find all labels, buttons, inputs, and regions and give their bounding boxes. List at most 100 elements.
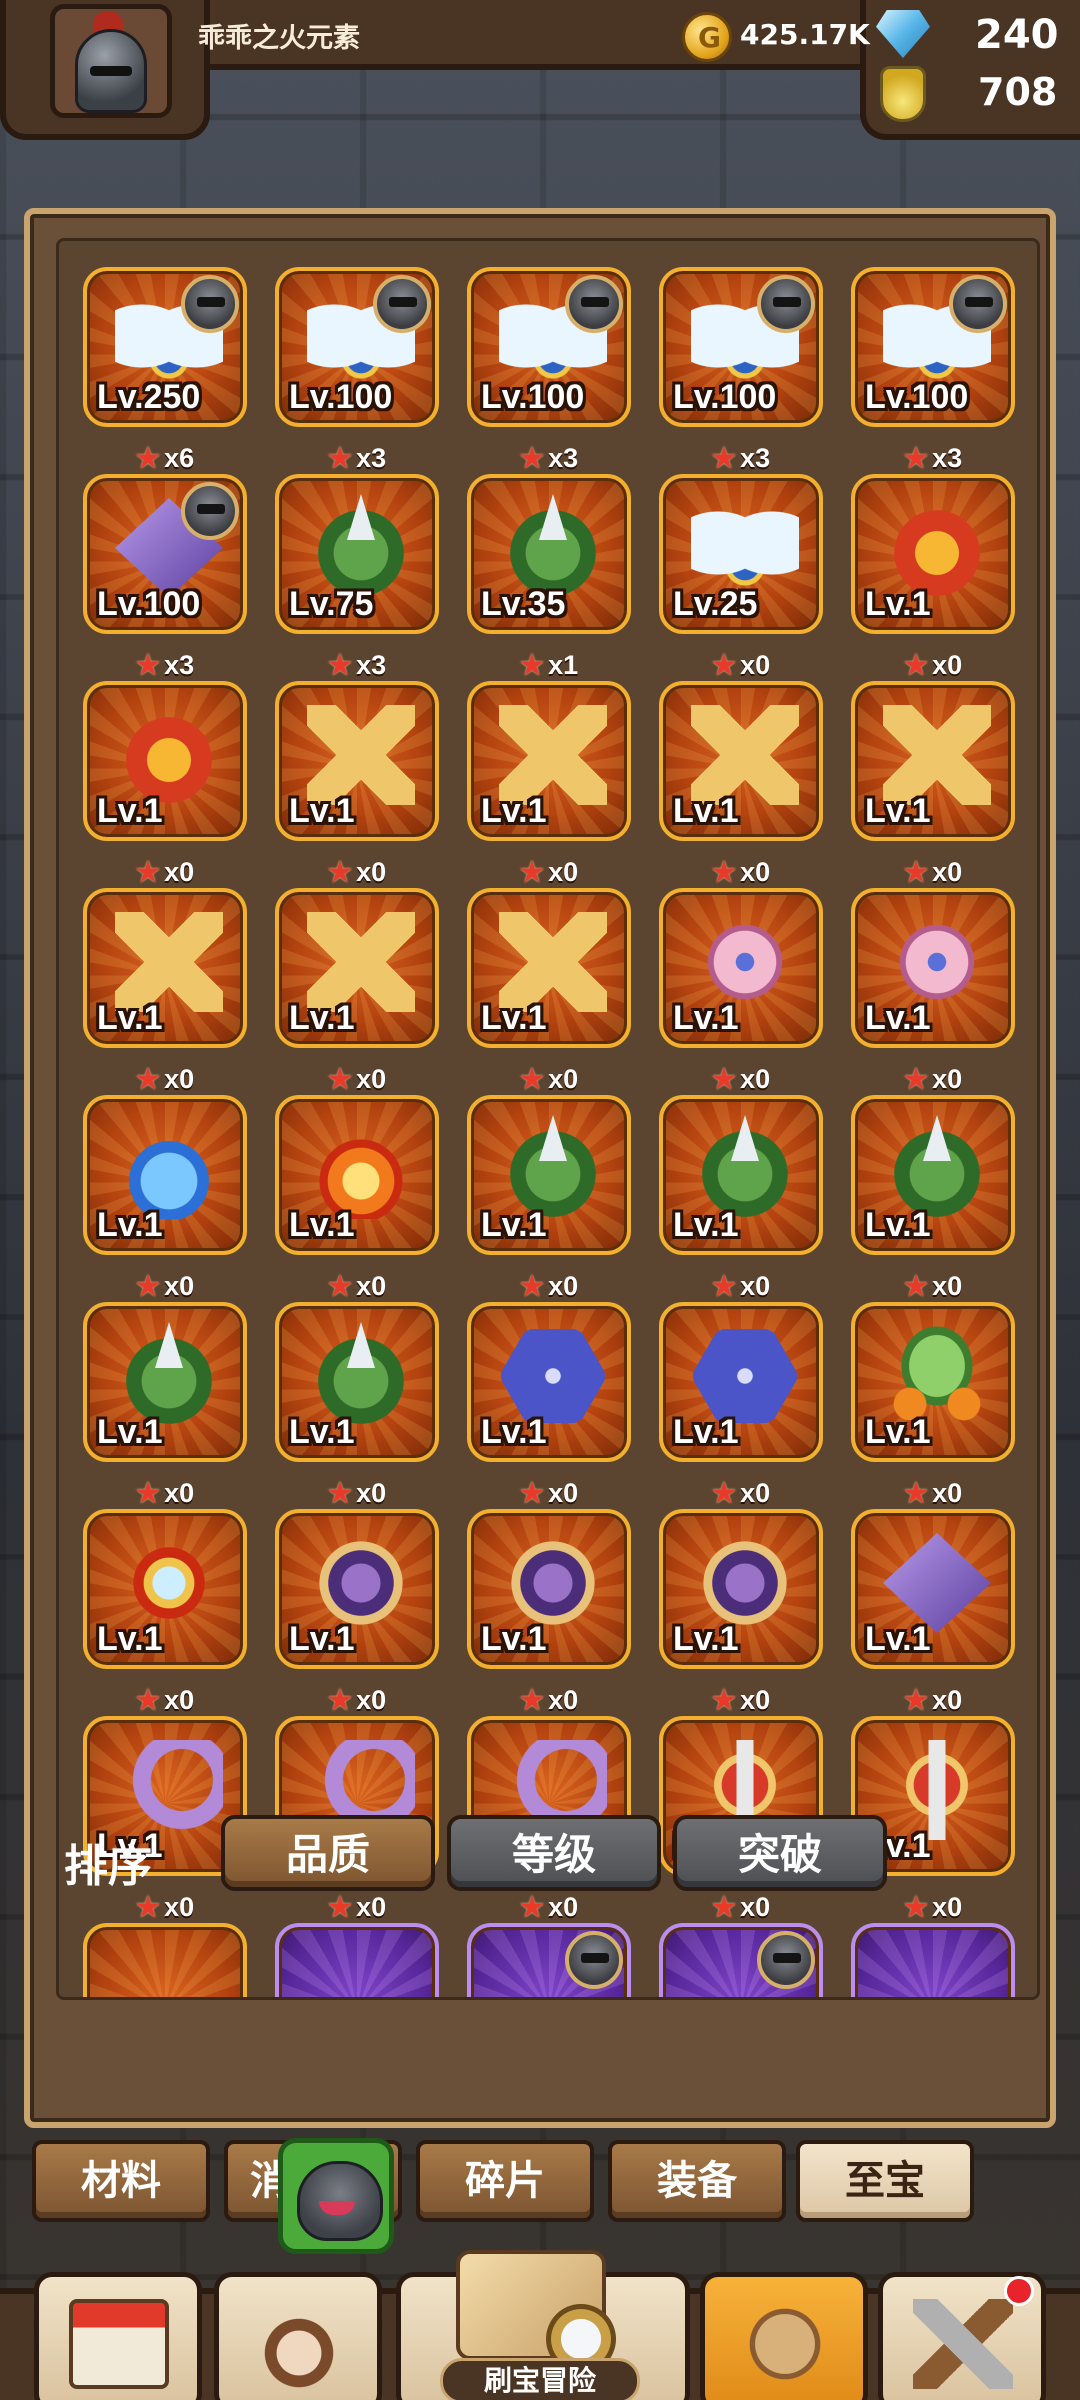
item-tile[interactable]: Lv.1 xyxy=(275,1509,439,1669)
tab-treasure[interactable]: 至宝 xyxy=(796,2140,974,2222)
item-tile[interactable]: Lv.1 xyxy=(851,474,1015,634)
item-tile[interactable]: Lv.25 xyxy=(659,474,823,634)
item-tile[interactable]: Lv.1 xyxy=(83,1509,247,1669)
pet-helper-icon[interactable] xyxy=(278,2138,394,2254)
item-tile[interactable] xyxy=(275,1923,439,1997)
player-avatar[interactable] xyxy=(50,4,172,118)
sort-level-button[interactable]: 等级 xyxy=(447,1815,661,1891)
item-tile[interactable] xyxy=(851,1923,1015,1997)
item-slot[interactable] xyxy=(851,1923,1015,1997)
item-count: ★ x0 xyxy=(659,1685,823,1716)
item-tile[interactable]: Lv.1 xyxy=(467,888,631,1048)
item-slot[interactable]: Lv.1 ★x0 xyxy=(659,681,823,887)
item-slot[interactable]: Lv.1 ★x0 xyxy=(275,681,439,887)
item-tile[interactable]: Lv.1 xyxy=(467,1509,631,1669)
item-slot[interactable] xyxy=(83,1923,247,1997)
item-slot[interactable]: Lv.1 ★x0 xyxy=(467,1302,631,1508)
item-level: Lv.1 xyxy=(289,792,355,830)
item-tile[interactable]: Lv.1 xyxy=(467,1095,631,1255)
item-slot[interactable] xyxy=(659,1923,823,1997)
item-tile[interactable]: Lv.1 xyxy=(851,888,1015,1048)
item-slot[interactable]: Lv.1 ★x0 xyxy=(83,1302,247,1508)
item-slot[interactable]: Lv.1 ★x0 xyxy=(467,681,631,887)
item-slot[interactable]: Lv.1 ★x0 xyxy=(851,1302,1015,1508)
item-tile[interactable] xyxy=(659,1923,823,1997)
item-slot[interactable]: Lv.100 ★ x3 xyxy=(659,267,823,473)
tab-fragments[interactable]: 碎片 xyxy=(416,2140,594,2222)
item-tile[interactable]: Lv.100 xyxy=(83,474,247,634)
item-tile[interactable]: Lv.100 xyxy=(851,267,1015,427)
item-slot[interactable]: Lv.100 ★ x3 xyxy=(851,267,1015,473)
item-tile[interactable]: Lv.1 xyxy=(275,888,439,1048)
tab-equipment[interactable]: 装备 xyxy=(608,2140,786,2222)
item-tile[interactable]: Lv.1 xyxy=(659,1509,823,1669)
item-slot[interactable]: Lv.1 ★x0 xyxy=(659,1095,823,1301)
item-tile[interactable]: Lv.35 xyxy=(467,474,631,634)
item-tile[interactable]: Lv.1 xyxy=(851,681,1015,841)
item-slot[interactable]: Lv.1 ★x0 xyxy=(275,1302,439,1508)
item-slot[interactable] xyxy=(275,1923,439,1997)
item-slot[interactable]: Lv.1 ★x0 xyxy=(851,888,1015,1094)
item-tile[interactable]: Lv.100 xyxy=(467,267,631,427)
item-slot[interactable]: Lv.1 ★x0 xyxy=(83,1095,247,1301)
nav-shop-button[interactable] xyxy=(34,2272,202,2400)
item-tile[interactable]: Lv.100 xyxy=(275,267,439,427)
item-tile[interactable]: Lv.1 xyxy=(659,1095,823,1255)
nav-bag-button[interactable] xyxy=(700,2272,868,2400)
item-slot[interactable]: Lv.1 ★x0 xyxy=(467,888,631,1094)
item-slot[interactable] xyxy=(467,1923,631,1997)
star-icon: ★ xyxy=(327,1064,353,1094)
sort-quality-button[interactable]: 品质 xyxy=(221,1815,435,1891)
item-slot[interactable]: Lv.100 ★ x3 xyxy=(275,267,439,473)
nav-hero-button[interactable] xyxy=(214,2272,382,2400)
item-slot[interactable]: Lv.75 ★ x3 xyxy=(275,474,439,680)
item-slot[interactable]: Lv.1 ★x0 xyxy=(83,888,247,1094)
tab-materials[interactable]: 材料 xyxy=(32,2140,210,2222)
item-tile[interactable]: Lv.1 xyxy=(275,681,439,841)
item-slot[interactable]: Lv.1 ★x0 xyxy=(659,888,823,1094)
item-tile[interactable]: Lv.1 xyxy=(83,1095,247,1255)
item-tile[interactable]: Lv.1 xyxy=(659,1302,823,1462)
item-tile[interactable]: Lv.1 xyxy=(467,1302,631,1462)
inventory-scroll-area[interactable]: Lv.250 ★ x6 Lv.100 ★ x3 Lv.100 ★ x3 Lv.100 ★ x3 Lv.1… xyxy=(56,238,1040,2000)
item-tile[interactable]: Lv.1 xyxy=(659,681,823,841)
item-slot[interactable]: Lv.1 ★x0 xyxy=(275,1509,439,1715)
item-slot[interactable]: Lv.1 ★x0 xyxy=(467,1509,631,1715)
item-slot[interactable]: Lv.1 ★x0 xyxy=(83,681,247,887)
item-slot[interactable]: Lv.1 ★x0 xyxy=(659,1509,823,1715)
item-slot[interactable]: Lv.250 ★ x6 xyxy=(83,267,247,473)
item-tile[interactable]: Lv.250 xyxy=(83,267,247,427)
item-tile[interactable]: Lv.1 xyxy=(275,1095,439,1255)
item-slot[interactable]: Lv.35 ★ x1 xyxy=(467,474,631,680)
item-slot[interactable]: Lv.25 ★ x0 xyxy=(659,474,823,680)
item-count-value: x0 xyxy=(356,1064,387,1094)
item-slot[interactable]: Lv.1 ★x0 xyxy=(275,888,439,1094)
item-slot[interactable]: Lv.1 ★x0 xyxy=(851,1095,1015,1301)
item-tile[interactable]: Lv.1 xyxy=(83,1302,247,1462)
item-tile[interactable] xyxy=(467,1923,631,1997)
item-tile[interactable]: Lv.1 xyxy=(851,1095,1015,1255)
item-tile[interactable]: Lv.1 xyxy=(659,888,823,1048)
item-slot[interactable]: Lv.100 ★ x3 xyxy=(467,267,631,473)
item-slot[interactable]: Lv.1 ★x0 xyxy=(851,474,1015,680)
item-tile[interactable]: Lv.1 xyxy=(275,1302,439,1462)
item-slot[interactable]: Lv.1 ★x0 xyxy=(275,1095,439,1301)
item-slot[interactable]: Lv.100 ★ x3 xyxy=(83,474,247,680)
item-tile[interactable]: Lv.1 xyxy=(83,681,247,841)
item-slot[interactable]: Lv.1 ★x0 xyxy=(851,1509,1015,1715)
item-count-value: x0 xyxy=(164,1271,195,1301)
item-tile[interactable]: Lv.75 xyxy=(275,474,439,634)
item-slot[interactable]: Lv.1 ★x0 xyxy=(467,1095,631,1301)
item-slot[interactable]: Lv.1 ★x0 xyxy=(851,681,1015,887)
item-tile[interactable] xyxy=(83,1923,247,1997)
item-tile[interactable]: Lv.1 xyxy=(467,681,631,841)
sort-breakthrough-button[interactable]: 突破 xyxy=(673,1815,887,1891)
item-tile[interactable]: Lv.1 xyxy=(851,1509,1015,1669)
nav-adventure-button[interactable]: 刷宝冒险 xyxy=(390,2250,690,2400)
item-tile[interactable]: Lv.100 xyxy=(659,267,823,427)
item-tile[interactable]: Lv.1 xyxy=(851,1302,1015,1462)
item-slot[interactable]: Lv.1 ★x0 xyxy=(659,1302,823,1508)
item-slot[interactable]: Lv.1 ★x0 xyxy=(83,1509,247,1715)
item-tile[interactable]: Lv.1 xyxy=(83,888,247,1048)
star-shield-icon xyxy=(307,1533,415,1633)
